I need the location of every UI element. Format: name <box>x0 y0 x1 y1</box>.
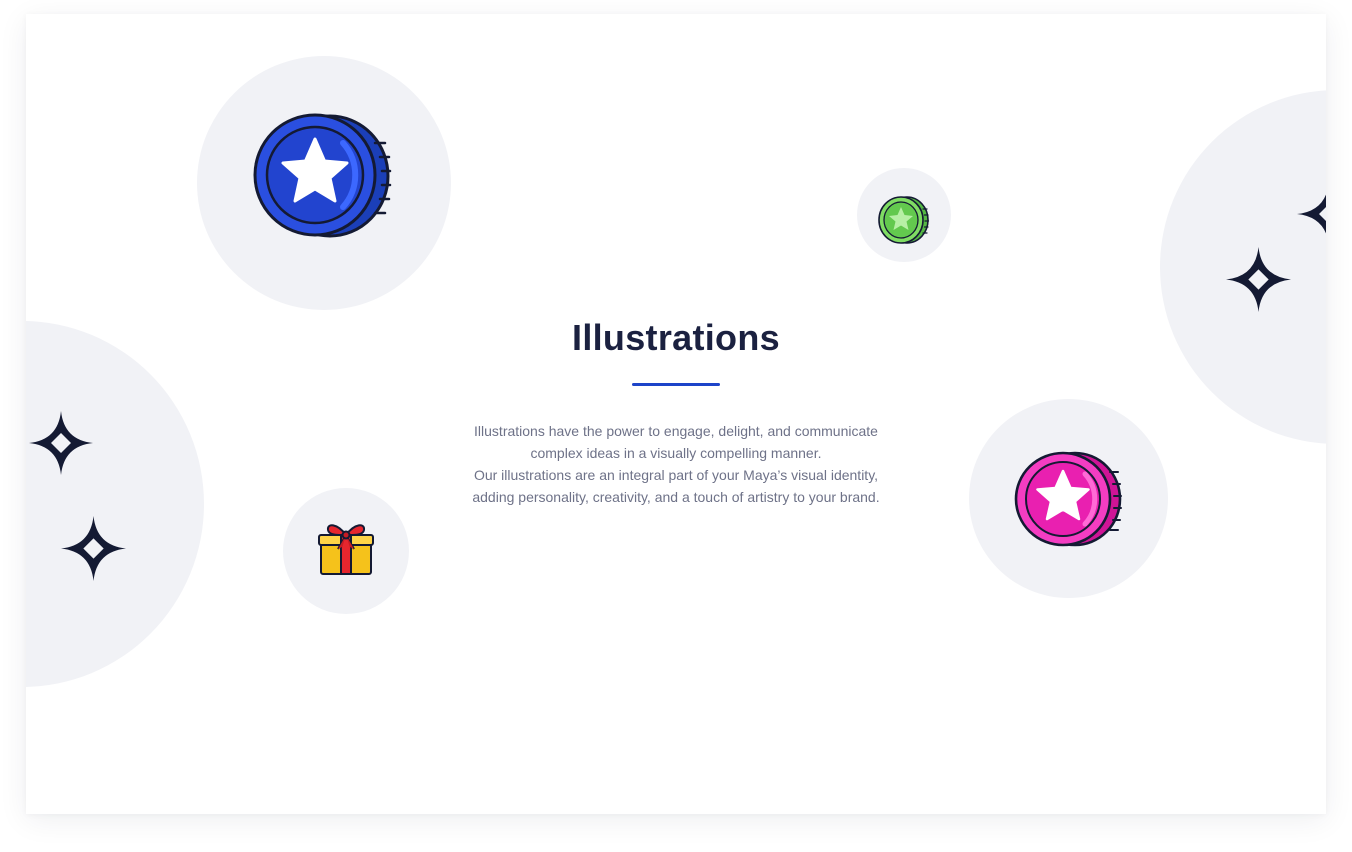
section-description: Illustrations have the power to engage, … <box>426 420 926 508</box>
sparkle-icon <box>29 411 93 475</box>
description-line: Our illustrations are an integral part o… <box>473 467 879 483</box>
description-line: adding personality, creativity, and a to… <box>472 489 880 505</box>
section-title: Illustrations <box>572 317 780 358</box>
description-line: Illustrations have the power to engage, … <box>474 423 878 439</box>
sparkle-icon <box>61 516 126 581</box>
green-star-coin-icon <box>877 194 931 246</box>
title-underline <box>632 383 720 386</box>
blue-star-coin-icon <box>251 113 393 241</box>
pink-star-coin-icon <box>1013 450 1125 548</box>
page: Illustrations Illustrations have the pow… <box>0 0 1352 852</box>
gift-box-icon <box>317 519 375 577</box>
blob-left-large <box>26 321 204 687</box>
illustrations-card: Illustrations Illustrations have the pow… <box>26 14 1326 814</box>
sparkle-icon <box>1297 182 1326 246</box>
description-line: complex ideas in a visually compelling m… <box>530 445 822 461</box>
sparkle-icon <box>1226 247 1291 312</box>
